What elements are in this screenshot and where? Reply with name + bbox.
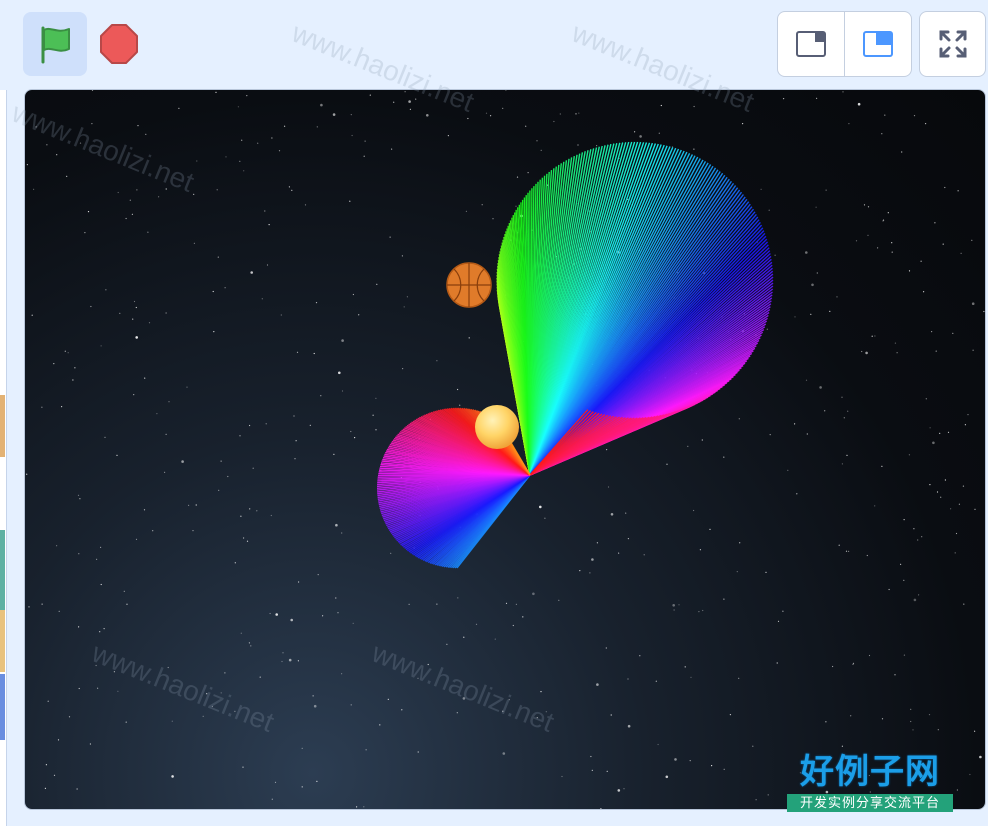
normal-stage-mode-icon — [863, 31, 893, 57]
logo-subtitle: 开发实例分享交流平台 — [787, 794, 953, 812]
fullscreen-button[interactable] — [919, 11, 986, 77]
small-stage-mode-icon — [796, 31, 826, 57]
stage-canvas[interactable] — [24, 89, 986, 810]
green-flag-button[interactable] — [23, 12, 87, 76]
stop-sign-icon — [100, 24, 138, 64]
fullscreen-icon — [939, 30, 966, 58]
rainbow-pen-drawing — [376, 141, 774, 569]
basketball-sprite[interactable] — [446, 262, 492, 308]
green-flag-icon — [41, 26, 70, 64]
code-area-edge — [0, 90, 7, 826]
glowing-ball-sprite[interactable] — [475, 405, 519, 449]
stop-button[interactable] — [87, 12, 151, 76]
site-logo-watermark: 好例子网 开发实例分享交流平台 — [787, 752, 953, 818]
stage-size-toggle — [777, 11, 912, 77]
logo-title: 好例子网 — [800, 752, 940, 792]
normal-stage-button[interactable] — [844, 12, 911, 76]
small-stage-button[interactable] — [778, 12, 844, 76]
